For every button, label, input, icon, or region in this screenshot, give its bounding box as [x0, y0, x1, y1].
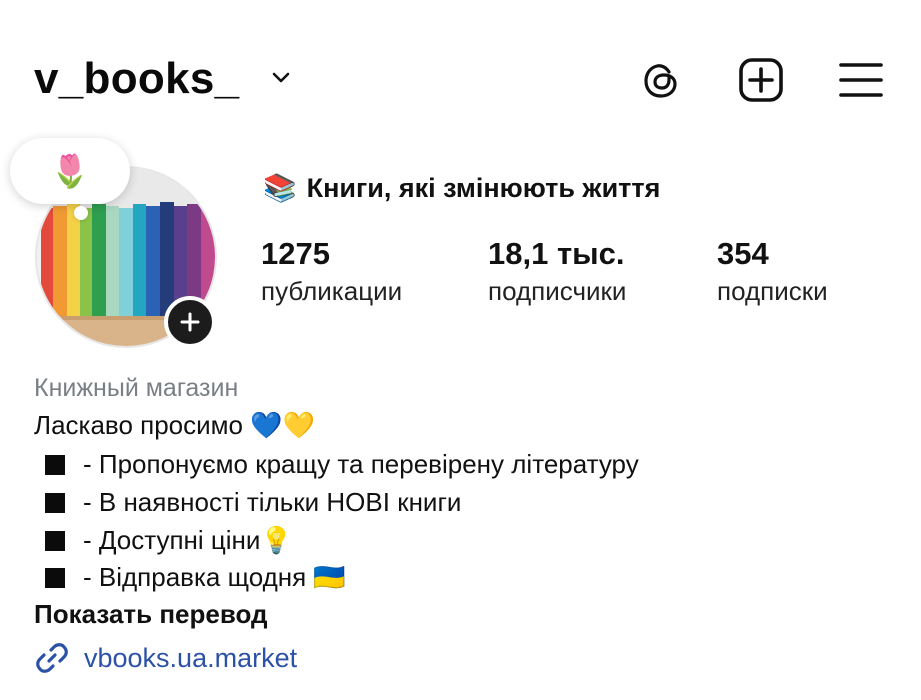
- bio-bullet: - Відправка щодня 🇺🇦: [34, 562, 346, 593]
- stat-following-label: подписки: [717, 276, 828, 306]
- show-translation-link[interactable]: Показать перевод: [34, 599, 268, 630]
- black-square-icon: [45, 455, 65, 475]
- stat-posts-number: 1275: [261, 236, 330, 271]
- bio-bullet-text: - Відправка щодня 🇺🇦: [83, 562, 346, 592]
- bio-bullet: - В наявності тільки НОВІ книги: [34, 487, 461, 518]
- username[interactable]: v_books_: [34, 54, 239, 104]
- stat-followers-label: подписчики: [488, 276, 627, 306]
- note-bubble[interactable]: 🌷: [10, 138, 130, 204]
- plus-icon: [180, 312, 200, 332]
- black-square-icon: [45, 531, 65, 551]
- stat-followers[interactable]: 18,1 тыс. подписчики: [488, 236, 626, 308]
- website-link-text[interactable]: vbooks.ua.market: [84, 643, 297, 674]
- display-name: 📚 Книги, які змінюють життя: [263, 172, 660, 204]
- bio-bullet: - Доступні ціни💡: [34, 525, 293, 556]
- category-label: Книжный магазин: [34, 374, 239, 402]
- add-story-button[interactable]: [164, 296, 216, 348]
- stat-following[interactable]: 354 подписки: [717, 236, 828, 308]
- bio-bullet: - Пропонуємо кращу та перевірену літерат…: [34, 449, 639, 480]
- black-square-icon: [45, 568, 65, 588]
- black-square-icon: [45, 493, 65, 513]
- threads-icon[interactable]: [637, 56, 685, 104]
- stat-posts-label: публикации: [261, 276, 403, 306]
- chevron-down-icon[interactable]: [270, 66, 292, 88]
- stat-followers-number: 18,1 тыс.: [488, 236, 625, 271]
- bio-bullet-text: - В наявності тільки НОВІ книги: [83, 487, 462, 517]
- menu-icon[interactable]: [837, 56, 885, 104]
- bio-greeting: Ласкаво просимо 💙💛: [34, 410, 315, 440]
- stat-posts[interactable]: 1275 публикации: [261, 236, 402, 308]
- stat-following-number: 354: [717, 236, 769, 271]
- add-post-icon[interactable]: [737, 56, 785, 104]
- bio-bullet-text: - Пропонуємо кращу та перевірену літерат…: [83, 449, 639, 479]
- bio-bullet-text: - Доступні ціни💡: [83, 525, 293, 555]
- note-bubble-tail: [74, 206, 88, 220]
- books-icon: 📚: [263, 173, 297, 203]
- display-name-text: Книги, які змінюють життя: [306, 173, 661, 203]
- tulip-icon: 🌷: [50, 153, 90, 189]
- link-icon: [36, 643, 68, 673]
- website-link[interactable]: vbooks.ua.market: [34, 640, 297, 676]
